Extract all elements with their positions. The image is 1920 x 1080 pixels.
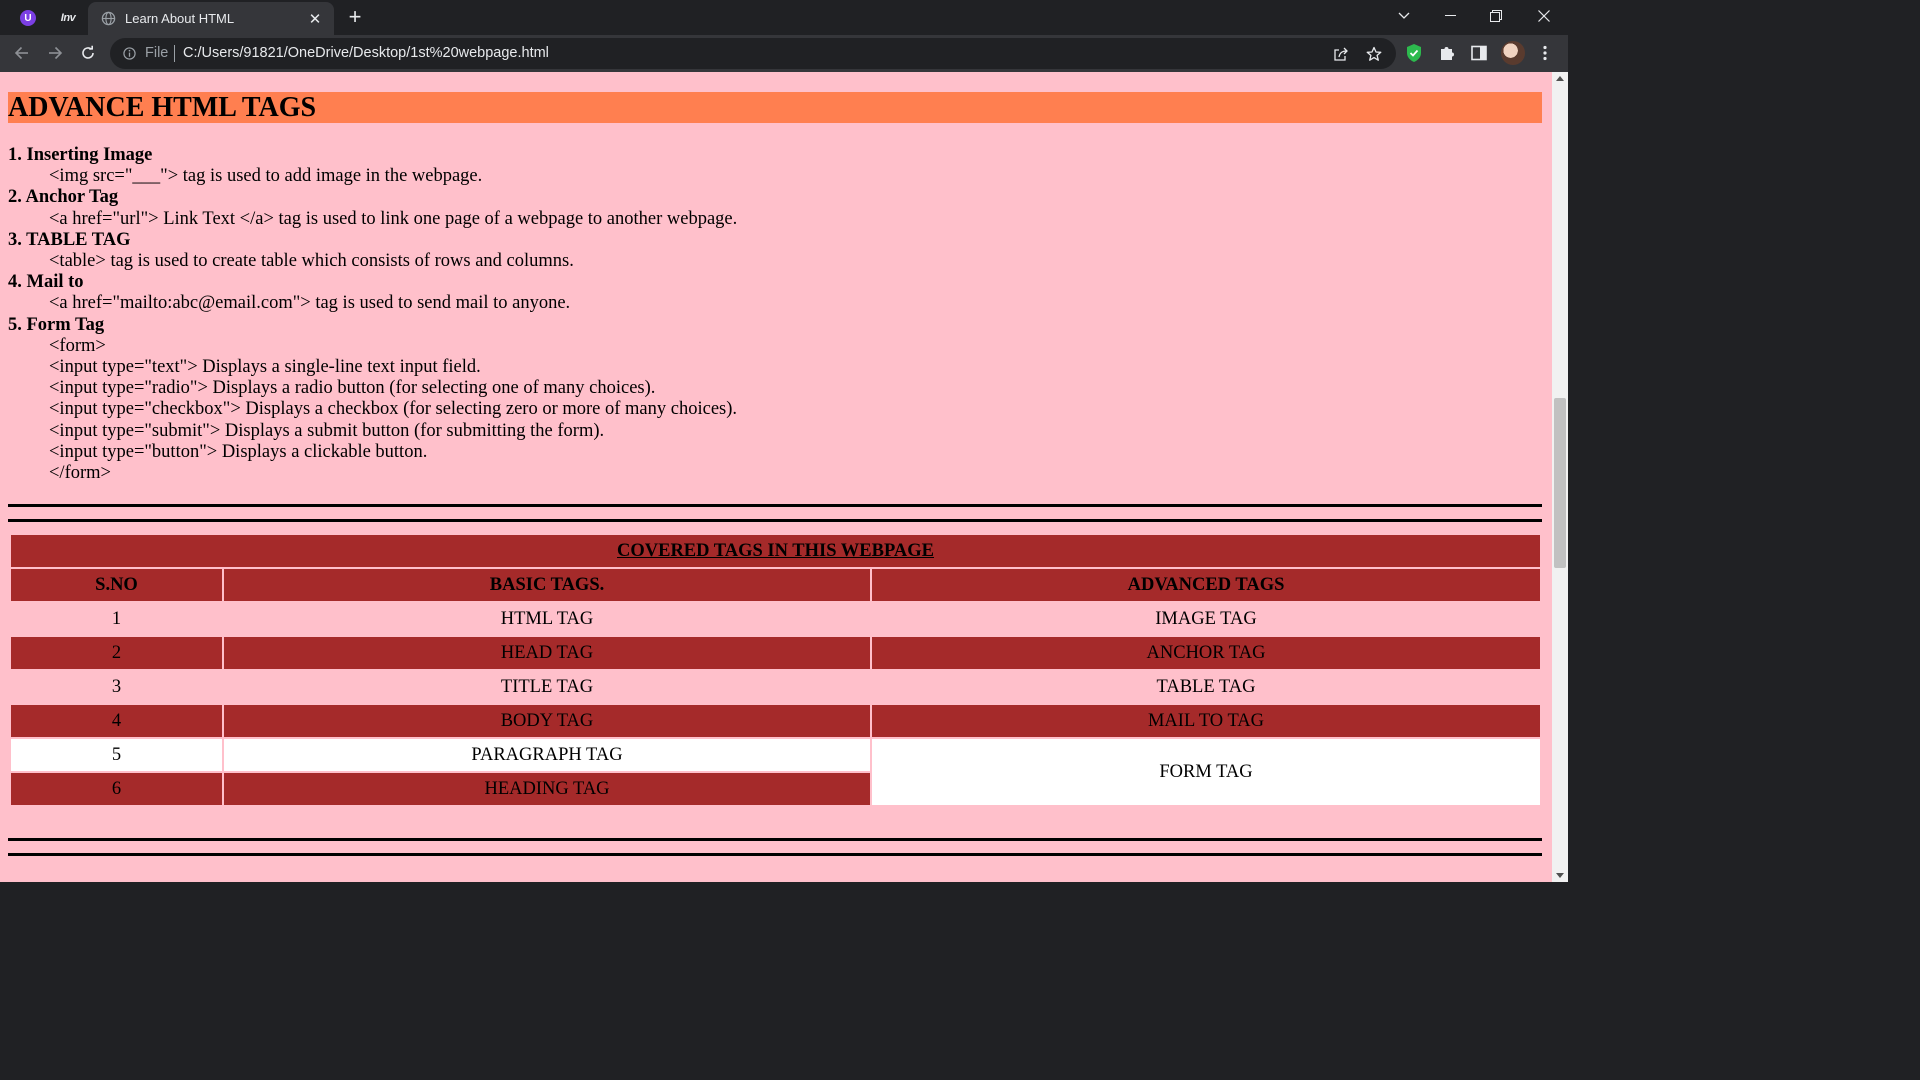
item-text: <a href="mailto:abc@email.com"> tag is u… [49,293,571,314]
list-item: 2. Anchor Tag <a href="url"> Link Text <… [8,187,1542,229]
header-advanced-tags: ADVANCED TAGS [872,569,1540,601]
tag-description-list: 1. Inserting Image <img src="___"> tag i… [8,145,1542,484]
table-row: 1 HTML TAG IMAGE TAG [11,603,1540,635]
pinned-tab-extension[interactable]: U [10,4,46,32]
vertical-scrollbar[interactable] [1552,72,1568,882]
table-row: 2 HEAD TAG ANCHOR TAG [11,637,1540,669]
tab-title: Learn About HTML [125,11,235,26]
header-sno: S.NO [11,569,222,601]
advance-html-tags-heading-bar: ADVANCE HTML TAGS [8,92,1542,123]
address-separator [174,45,175,62]
close-tab-icon[interactable]: ✕ [304,8,326,30]
cell-basic: PARAGRAPH TAG [224,739,870,771]
side-panel-icon[interactable] [1469,43,1489,63]
cell-advanced: IMAGE TAG [872,603,1540,635]
list-item: 4. Mail to <a href="mailto:abc@email.com… [8,272,1542,314]
cell-advanced: TABLE TAG [872,671,1540,703]
cell-sno: 1 [11,603,222,635]
inv-icon: Inv [60,12,76,24]
page-viewport: ADVANCE HTML TAGS 1. Inserting Image <im… [0,72,1552,882]
item-title: 4. Mail to [8,272,84,293]
tab-strip: U Inv Learn About HTML ✕ + [0,0,1568,35]
list-item: 1. Inserting Image <img src="___"> tag i… [8,145,1542,187]
item-title: 3. TABLE TAG [8,229,131,250]
item-text: <input type="radio"> Displays a radio bu… [49,378,656,399]
minimize-icon[interactable] [1427,0,1473,32]
table-header-row: S.NO BASIC TAGS. ADVANCED TAGS [11,569,1540,601]
item-title: 1. Inserting Image [8,145,153,165]
cell-sno: 5 [11,739,222,771]
item-text: <form> [49,335,106,356]
cell-advanced: ANCHOR TAG [872,637,1540,669]
address-bar[interactable]: File C:/Users/91821/OneDrive/Desktop/1st… [110,38,1396,69]
item-text: <img src="___"> tag is used to add image… [49,166,483,187]
item-text: <a href="url"> Link Text </a> tag is use… [49,208,738,229]
globe-icon [101,11,116,26]
item-title: 5. Form Tag [8,314,105,335]
horizontal-rule [8,504,1542,507]
share-icon[interactable] [1331,44,1351,64]
forward-arrow-icon[interactable] [41,39,69,67]
cell-basic: HEAD TAG [224,637,870,669]
cell-sno: 3 [11,671,222,703]
profile-avatar[interactable] [1501,41,1525,65]
browser-toolbar: File C:/Users/91821/OneDrive/Desktop/1st… [0,35,1568,72]
cell-sno: 4 [11,705,222,737]
item-text: <input type="checkbox"> Displays a check… [49,399,738,420]
close-window-icon[interactable] [1521,0,1567,32]
url-scheme-label: File [145,45,169,61]
extensions-puzzle-icon[interactable] [1437,43,1457,63]
horizontal-rule [8,838,1542,841]
cell-basic: HTML TAG [224,603,870,635]
url-text[interactable]: C:/Users/91821/OneDrive/Desktop/1st%20we… [183,45,549,61]
table-caption: COVERED TAGS IN THIS WEBPAGE [11,535,1540,567]
item-text: <input type="text"> Displays a single-li… [49,357,481,378]
section-heading: ADVANCE HTML TAGS [8,92,317,123]
cell-basic: TITLE TAG [224,671,870,703]
cell-basic: HEADING TAG [224,773,870,805]
cell-advanced: FORM TAG [872,739,1540,805]
cell-sno: 2 [11,637,222,669]
cell-sno: 6 [11,773,222,805]
purple-u-extension-icon: U [20,10,36,26]
back-arrow-icon[interactable] [8,39,36,67]
restore-icon[interactable] [1473,0,1519,32]
scroll-up-arrow-icon[interactable] [1556,76,1564,81]
item-text: </form> [49,463,111,484]
item-text: <table> tag is used to create table whic… [49,251,574,272]
item-text: <input type="submit"> Displays a submit … [49,420,605,441]
item-title: 2. Anchor Tag [8,187,119,208]
bookmark-star-icon[interactable] [1364,44,1384,64]
tab-search-chevron-icon[interactable] [1381,0,1427,32]
new-tab-plus-icon[interactable]: + [343,4,367,29]
header-basic-tags: BASIC TAGS. [224,569,870,601]
item-text: <input type="button"> Displays a clickab… [49,441,428,462]
horizontal-rule [8,519,1542,522]
table-row: 4 BODY TAG MAIL TO TAG [11,705,1540,737]
table-row: 5 PARAGRAPH TAG FORM TAG [11,739,1540,805]
table-row: 3 TITLE TAG TABLE TAG [11,671,1540,703]
cell-basic: BODY TAG [224,705,870,737]
list-item: 3. TABLE TAG <table> tag is used to crea… [8,230,1542,272]
reload-icon[interactable] [74,39,102,67]
scroll-down-arrow-icon[interactable] [1556,873,1564,878]
cell-advanced: MAIL TO TAG [872,705,1540,737]
list-item: 5. Form Tag <form> <input type="text"> D… [8,315,1542,485]
covered-tags-table: COVERED TAGS IN THIS WEBPAGE S.NO BASIC … [8,532,1543,808]
tab-learn-about-html[interactable]: Learn About HTML ✕ [88,2,334,35]
horizontal-rule [8,853,1542,856]
scrollbar-thumb[interactable] [1554,398,1566,568]
kebab-menu-icon[interactable] [1535,43,1555,63]
shield-extension-icon[interactable] [1404,43,1424,63]
site-info-icon[interactable] [123,47,136,60]
pinned-tab-inv[interactable]: Inv [50,4,86,32]
